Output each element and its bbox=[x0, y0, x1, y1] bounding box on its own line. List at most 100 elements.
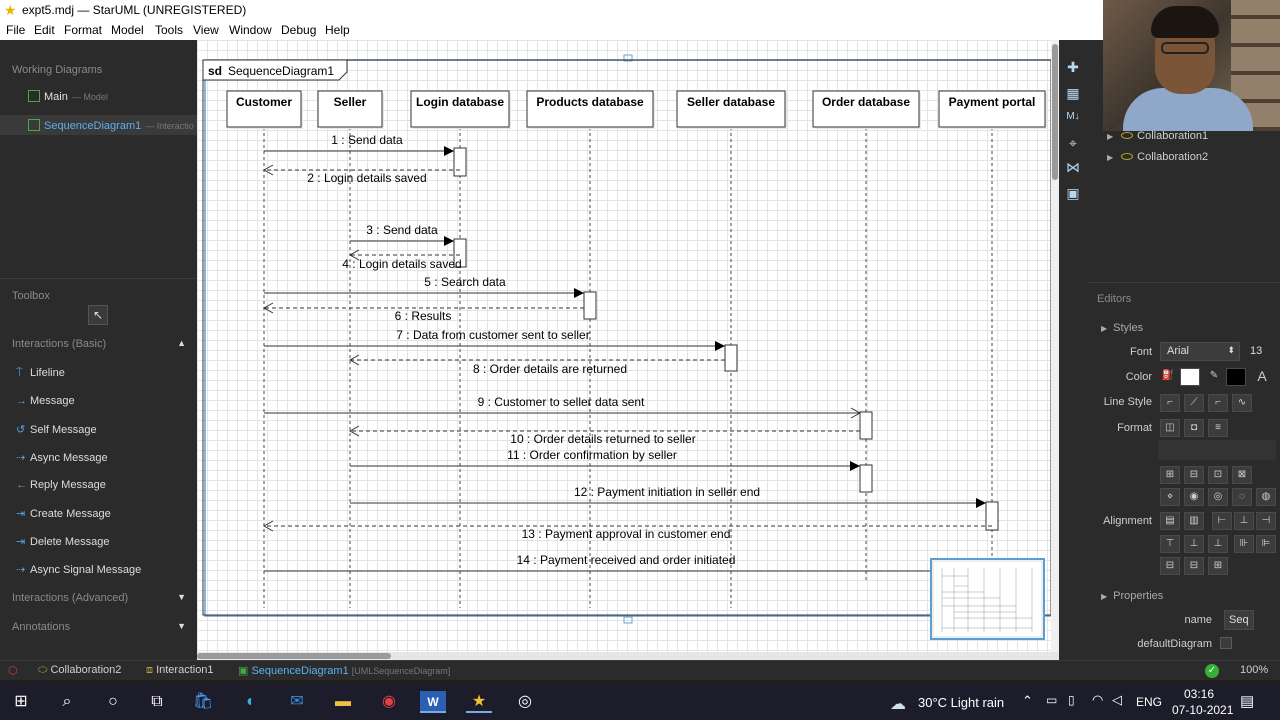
status-collaboration2[interactable]: ⬭ Collaboration2 bbox=[38, 664, 121, 677]
activation-bar[interactable] bbox=[583, 291, 597, 320]
tool-delete-message[interactable]: ⇥ Delete Message bbox=[16, 535, 110, 548]
menu-view[interactable]: View bbox=[193, 23, 219, 37]
mail-icon[interactable]: ✉ bbox=[284, 691, 310, 713]
battery-icon[interactable]: ▯ bbox=[1068, 693, 1075, 707]
line-style-curve-icon[interactable]: ∿ bbox=[1232, 394, 1252, 412]
onedrive-icon[interactable]: ▭ bbox=[1046, 693, 1057, 707]
input-language[interactable]: ENG bbox=[1136, 695, 1162, 709]
align-icon-5[interactable]: ⋄ bbox=[1160, 488, 1180, 506]
message-label[interactable]: 4 : Login details saved bbox=[342, 257, 461, 271]
align-middle-icon[interactable]: ⊥ bbox=[1184, 535, 1204, 553]
diagram-minimap[interactable] bbox=[930, 558, 1045, 640]
pointer-tool-button[interactable]: ↖ bbox=[88, 305, 108, 325]
align-icon-2[interactable]: ⊟ bbox=[1184, 466, 1204, 484]
line-color-icon[interactable]: ✎ bbox=[1204, 368, 1224, 386]
obs-icon[interactable]: ◎ bbox=[512, 691, 538, 713]
line-style-oblique-icon[interactable]: ⟋ bbox=[1184, 394, 1204, 412]
selection-handle[interactable] bbox=[623, 616, 633, 624]
font-family-select[interactable]: Arial ⬍ bbox=[1160, 342, 1240, 361]
activation-bar[interactable] bbox=[859, 464, 873, 493]
lifeline-name[interactable]: Order database bbox=[822, 95, 910, 109]
status-interaction1[interactable]: ⧈ Interaction1 bbox=[146, 664, 214, 677]
align-front-icon[interactable]: ▤ bbox=[1160, 512, 1180, 530]
format-auto-resize-icon[interactable]: ◫ bbox=[1160, 419, 1180, 437]
message-label[interactable]: 6 : Results bbox=[395, 309, 452, 323]
line-style-rectilinear-icon[interactable]: ⌐ bbox=[1160, 394, 1180, 412]
message-arrowhead[interactable] bbox=[976, 498, 986, 508]
menu-edit[interactable]: Edit bbox=[34, 23, 55, 37]
lifeline-name[interactable]: Seller bbox=[334, 95, 367, 109]
message-arrowhead[interactable] bbox=[574, 288, 584, 298]
windows-start-icon[interactable]: ⊞ bbox=[8, 691, 34, 713]
message-label[interactable]: 7 : Data from customer sent to seller bbox=[396, 328, 589, 342]
canvas-vertical-scrollbar[interactable] bbox=[1051, 40, 1059, 652]
search-icon[interactable]: ⌕ bbox=[54, 691, 80, 713]
menu-model[interactable]: Model bbox=[111, 23, 144, 37]
store-icon[interactable]: 🛍 bbox=[190, 691, 216, 713]
message-label[interactable]: 9 : Customer to seller data sent bbox=[478, 395, 645, 409]
message-arrowhead[interactable] bbox=[444, 236, 454, 246]
align-icon-7[interactable]: ◎ bbox=[1208, 488, 1228, 506]
message-label[interactable]: 10 : Order details returned to seller bbox=[510, 432, 695, 446]
message-label[interactable]: 14 : Payment received and order initiate… bbox=[517, 553, 736, 567]
align-icon-3[interactable]: ⊡ bbox=[1208, 466, 1228, 484]
message-label[interactable]: 1 : Send data bbox=[331, 133, 403, 147]
menu-tools[interactable]: Tools bbox=[155, 23, 183, 37]
tool-async-message[interactable]: ⇢ Async Message bbox=[16, 451, 108, 464]
task-view-icon[interactable]: ⧉ bbox=[144, 691, 170, 713]
message-arrowhead[interactable] bbox=[850, 461, 860, 471]
tool-self-message[interactable]: ↺ Self Message bbox=[16, 423, 97, 436]
zoom-level[interactable]: 100% bbox=[1240, 664, 1268, 676]
frame-title[interactable]: SequenceDiagram1 bbox=[228, 64, 334, 78]
validation-ok-icon[interactable]: ✓ bbox=[1205, 664, 1219, 678]
message-arrowhead[interactable] bbox=[715, 341, 725, 351]
same-height-icon[interactable]: ⊟ bbox=[1184, 557, 1204, 575]
edge-icon[interactable]: ◐ bbox=[238, 691, 264, 713]
activation-bar[interactable] bbox=[453, 147, 467, 177]
lifeline-name[interactable]: Payment portal bbox=[949, 95, 1036, 109]
styles-section[interactable]: ▶ Styles bbox=[1101, 322, 1143, 334]
menu-debug[interactable]: Debug bbox=[281, 23, 316, 37]
error-icon[interactable]: ⬡ bbox=[8, 664, 18, 677]
lifeline-name[interactable]: Customer bbox=[236, 95, 292, 109]
message-label[interactable]: 13 : Payment approval in customer end bbox=[522, 527, 731, 541]
word-icon[interactable]: W bbox=[420, 691, 446, 713]
show-hidden-icons[interactable]: ⌃ bbox=[1022, 693, 1033, 709]
file-explorer-icon[interactable]: ▬ bbox=[330, 691, 356, 713]
canvas-horizontal-scrollbar[interactable] bbox=[197, 652, 1059, 660]
format-dropdown[interactable] bbox=[1158, 440, 1276, 460]
group-interactions-basic[interactable]: Interactions (Basic) ▲ bbox=[12, 338, 192, 350]
menu-help[interactable]: Help bbox=[325, 23, 350, 37]
clock-date[interactable]: 07-10-2021 bbox=[1172, 703, 1233, 717]
tree-item-collaboration2[interactable]: ▶ Collaboration2 bbox=[1107, 151, 1208, 163]
scroll-thumb[interactable] bbox=[197, 653, 391, 659]
align-icon-8[interactable]: ◌ bbox=[1232, 488, 1252, 506]
same-size-icon[interactable]: ⊞ bbox=[1208, 557, 1228, 575]
tool-async-signal-message[interactable]: ⇢ Async Signal Message bbox=[16, 563, 141, 576]
status-sequence-diagram[interactable]: ▣ SequenceDiagram1 [UMLSequenceDiagram] bbox=[238, 664, 450, 677]
working-diagram-main[interactable]: Main — Model bbox=[28, 90, 108, 103]
fill-color-icon[interactable]: ⛽ bbox=[1158, 368, 1178, 386]
align-icon-4[interactable]: ⊠ bbox=[1232, 466, 1252, 484]
scroll-thumb[interactable] bbox=[1052, 44, 1058, 180]
working-diagram-sequence[interactable]: SequenceDiagram1— Interactio bbox=[28, 119, 194, 132]
clock-time[interactable]: 03:16 bbox=[1184, 687, 1214, 701]
menu-file[interactable]: File bbox=[6, 23, 25, 37]
space-equally-v-icon[interactable]: ⊫ bbox=[1256, 535, 1276, 553]
lifeline-name[interactable]: Products database bbox=[536, 95, 644, 109]
line-color-swatch[interactable] bbox=[1226, 368, 1246, 386]
tool-lifeline[interactable]: ⍑ Lifeline bbox=[16, 367, 65, 380]
chrome-icon[interactable]: ◉ bbox=[376, 691, 402, 713]
extensions-icon[interactable]: ✚ bbox=[1063, 58, 1083, 76]
align-icon-9[interactable]: ◍ bbox=[1256, 488, 1276, 506]
group-annotations[interactable]: Annotations ▼ bbox=[12, 621, 192, 633]
format-stereotype-icon[interactable]: ≡ bbox=[1208, 419, 1228, 437]
message-label[interactable]: 12 : Payment initiation in seller end bbox=[574, 485, 760, 499]
align-icon-1[interactable]: ⊞ bbox=[1160, 466, 1180, 484]
message-label[interactable]: 2 : Login details saved bbox=[307, 171, 426, 185]
wifi-icon[interactable]: ◠ bbox=[1092, 692, 1103, 708]
message-arrowhead[interactable] bbox=[444, 146, 454, 156]
gift-icon[interactable]: ▣ bbox=[1063, 184, 1083, 202]
menu-window[interactable]: Window bbox=[229, 23, 272, 37]
align-back-icon[interactable]: ▥ bbox=[1184, 512, 1204, 530]
